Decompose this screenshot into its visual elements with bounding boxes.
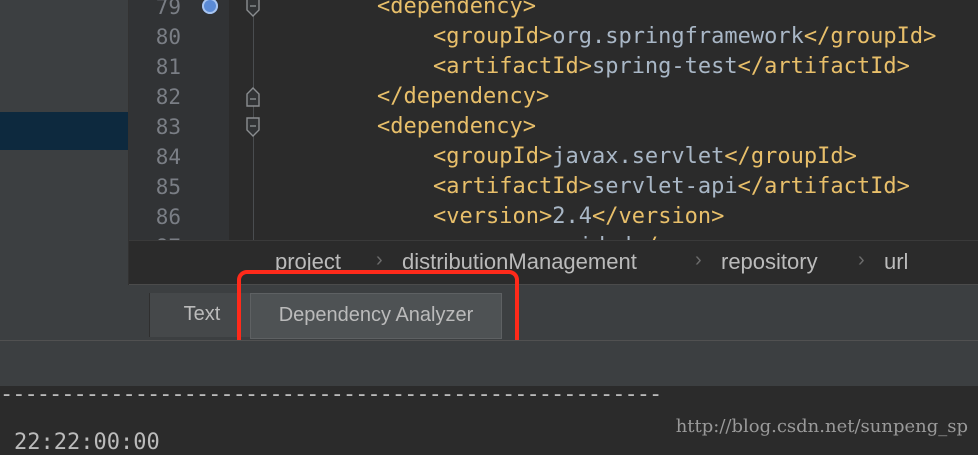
project-tree-selected-row[interactable] bbox=[0, 112, 128, 150]
xml-tag: <groupId> bbox=[433, 24, 553, 49]
console-line: 22:22:00:00 bbox=[14, 430, 160, 455]
line-number: 80 bbox=[155, 25, 181, 49]
line-number: 85 bbox=[155, 175, 181, 199]
breadcrumb-item-repository[interactable]: repository bbox=[721, 249, 818, 275]
xml-tag: </version> bbox=[591, 204, 725, 229]
project-panel bbox=[0, 0, 129, 285]
xml-tag: <artifactId> bbox=[433, 174, 592, 199]
line-number: 86 bbox=[155, 205, 181, 229]
xml-tag: <groupId> bbox=[433, 144, 553, 169]
code-line[interactable]: <artifactId>servlet-api</artifactId> bbox=[433, 172, 910, 202]
breadcrumb-item-url[interactable]: url bbox=[884, 249, 908, 275]
xml-tag: <artifactId> bbox=[433, 54, 592, 79]
chevron-right-icon: › bbox=[695, 249, 702, 271]
code-line[interactable]: <groupId>org.springframework</groupId> bbox=[433, 22, 936, 52]
line-number: 84 bbox=[155, 145, 181, 169]
line-number: 79 bbox=[155, 0, 181, 19]
code-line[interactable]: <artifactId>spring-test</artifactId> bbox=[433, 52, 910, 82]
xml-text: org.springframework bbox=[552, 24, 804, 49]
code-line[interactable]: <version>2.4</version> bbox=[433, 202, 724, 232]
code-line[interactable]: <dependency> bbox=[377, 0, 536, 22]
xml-tag: <dependency> bbox=[377, 0, 536, 19]
xml-text: 2.4 bbox=[552, 204, 592, 229]
code-line[interactable]: <groupId>javax.servlet</groupId> bbox=[433, 142, 857, 172]
xml-tag: </dependency> bbox=[377, 84, 550, 109]
chevron-right-icon: › bbox=[858, 249, 865, 271]
xml-tag: <version> bbox=[433, 204, 553, 229]
line-number: 82 bbox=[155, 85, 181, 109]
fold-expanded-icon[interactable] bbox=[245, 0, 261, 17]
left-panel-footer bbox=[0, 285, 129, 340]
code-line[interactable]: </dependency> bbox=[377, 82, 549, 112]
xml-tag: </groupId> bbox=[803, 24, 937, 49]
xml-text: servlet-api bbox=[591, 174, 738, 199]
chevron-right-icon: › bbox=[376, 249, 383, 271]
console-output: ----------------------------------------… bbox=[0, 382, 978, 455]
fold-expanded-icon[interactable] bbox=[245, 117, 261, 137]
line-number: 83 bbox=[155, 115, 181, 139]
line-number: 81 bbox=[155, 55, 181, 79]
code-line[interactable]: <scope>provided</scope> bbox=[433, 232, 738, 240]
xml-text: javax.servlet bbox=[552, 144, 725, 169]
line-number: 87 bbox=[129, 232, 181, 240]
fold-end-icon[interactable] bbox=[245, 87, 261, 107]
watermark: http://blog.csdn.net/sunpeng_sp bbox=[675, 416, 968, 437]
xml-text: spring-test bbox=[591, 54, 738, 79]
xml-tag: </artifactId> bbox=[737, 174, 910, 199]
console-separator: ----------------------------------------… bbox=[0, 382, 662, 407]
code-editor[interactable]: <dependency> <groupId>org.springframework… bbox=[129, 0, 978, 240]
xml-tag: <dependency> bbox=[377, 114, 536, 139]
xml-tag: </groupId> bbox=[724, 144, 857, 169]
code-line[interactable]: <dependency> bbox=[377, 112, 536, 142]
tool-window-header bbox=[0, 340, 978, 387]
xml-tag: </artifactId> bbox=[737, 54, 910, 79]
